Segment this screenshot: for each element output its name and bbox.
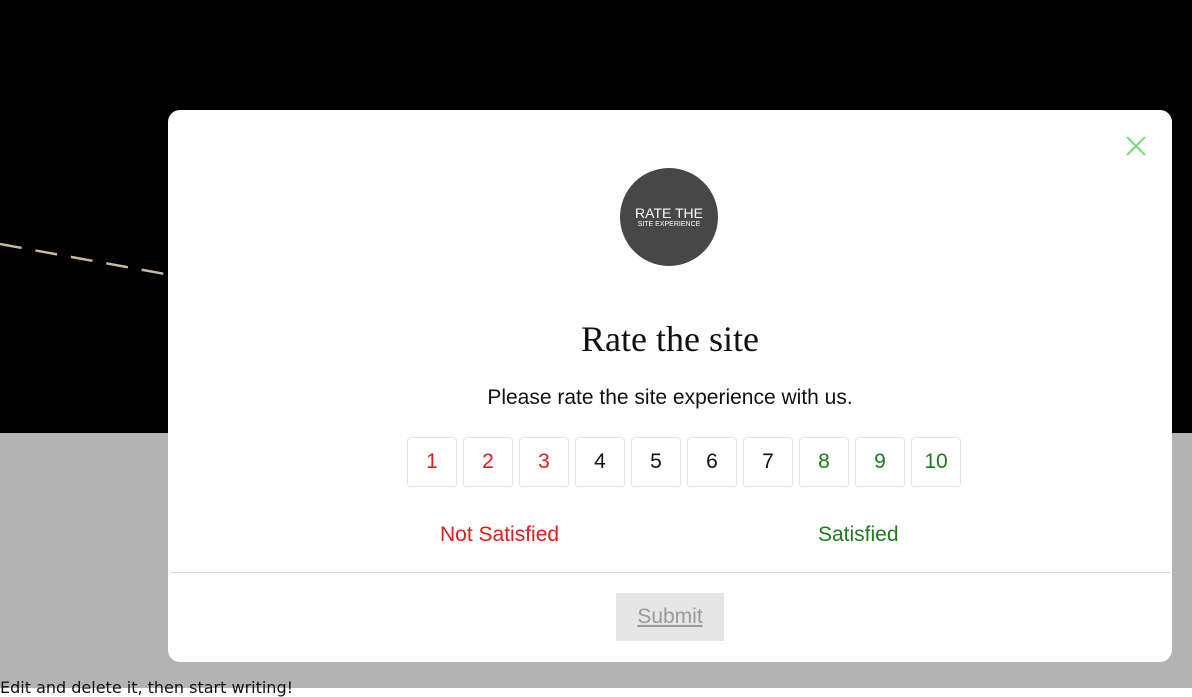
rating-button-5[interactable]: 5 [631,437,681,487]
rating-button-7[interactable]: 7 [743,437,793,487]
rating-modal: RATE THE SITE EXPERIENCE Rate the site P… [168,110,1172,662]
logo-text-sub: SITE EXPERIENCE [637,220,701,228]
rating-button-10[interactable]: 10 [911,437,961,487]
scale-low-label: Not Satisfied [440,523,560,546]
modal-title: Rate the site [581,319,759,359]
modal-subtitle: Please rate the site experience with us. [487,386,853,409]
submit-button[interactable]: Submit [616,593,724,641]
scale-high-label: Satisfied [818,523,899,546]
rating-button-3[interactable]: 3 [519,437,569,487]
logo-text-main: RATE THE [635,204,703,221]
decorative-dashed-line [0,242,166,276]
close-icon [1126,136,1146,156]
rating-scale: 1 2 3 4 5 6 7 8 9 10 [407,437,961,487]
rating-button-4[interactable]: 4 [575,437,625,487]
rating-button-1[interactable]: 1 [407,437,457,487]
rating-button-9[interactable]: 9 [855,437,905,487]
rating-button-2[interactable]: 2 [463,437,513,487]
rating-button-8[interactable]: 8 [799,437,849,487]
rate-the-site-logo: RATE THE SITE EXPERIENCE [620,168,718,266]
close-button[interactable] [1124,134,1148,158]
rating-button-6[interactable]: 6 [687,437,737,487]
footer-divider [170,572,1170,573]
